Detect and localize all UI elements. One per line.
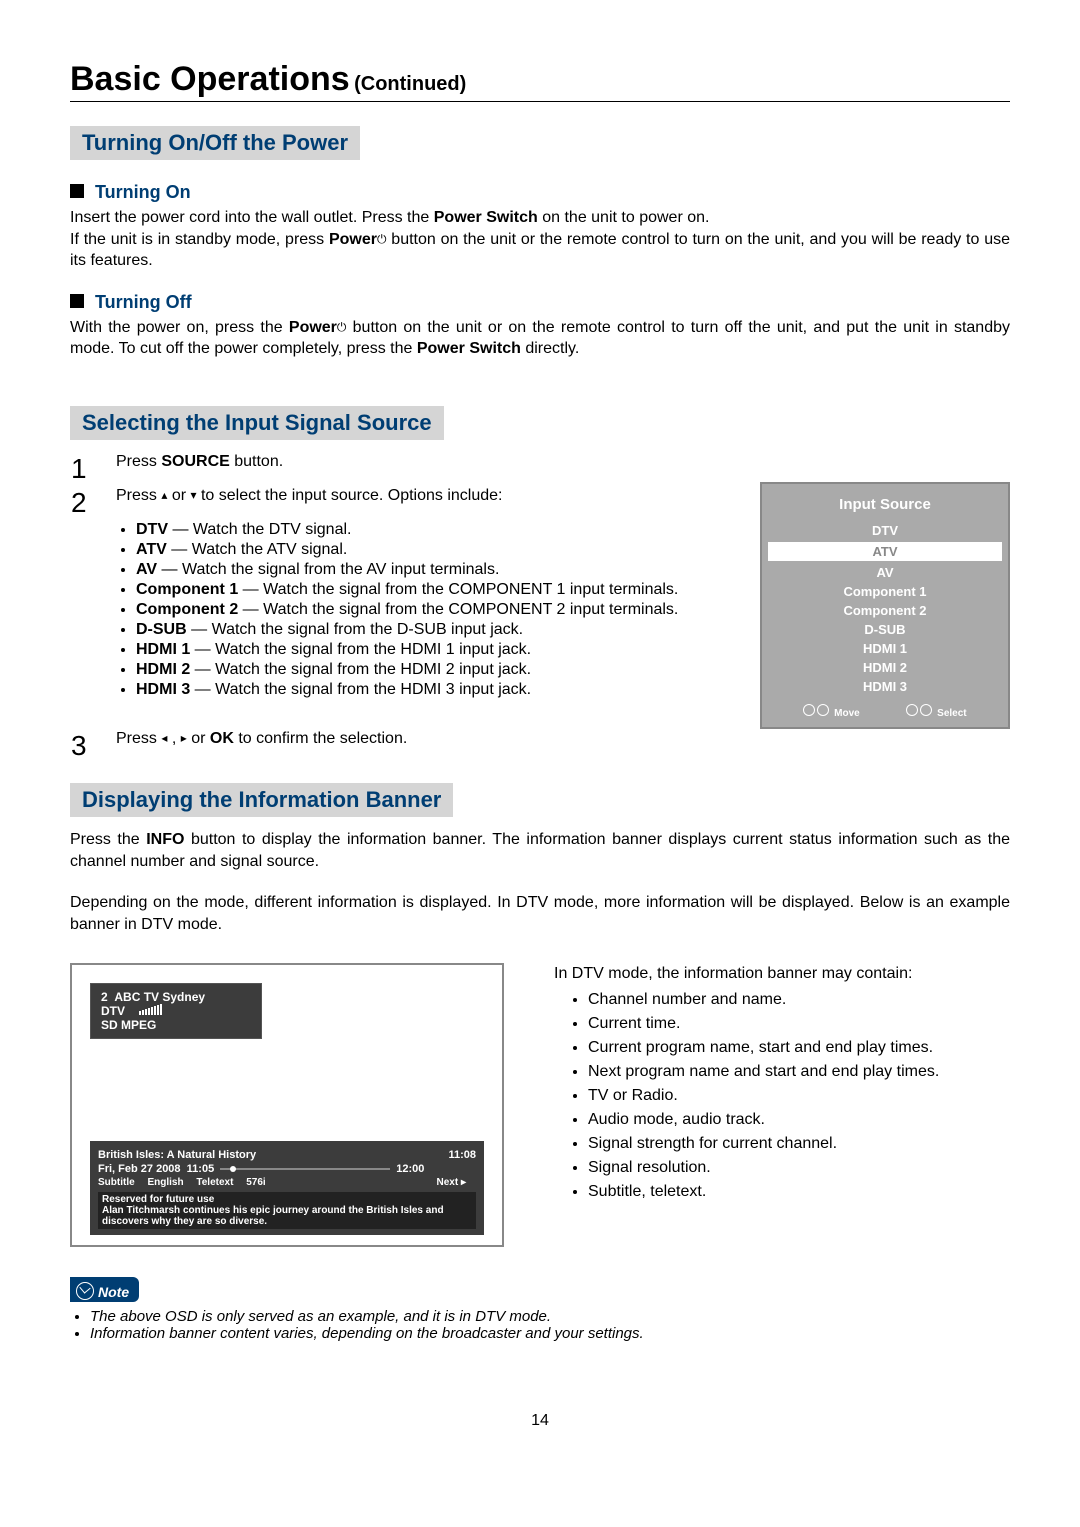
list-item: HDMI 1 — Watch the signal from the HDMI … [136,641,739,659]
source-options-list: DTV — Watch the DTV signal. ATV — Watch … [116,521,739,699]
section-heading-source: Selecting the Input Signal Source [70,406,444,440]
list-item: Current time. [588,1015,1010,1033]
osd-item: HDMI 2 [780,658,990,677]
subheading-text: Turning Off [95,292,192,312]
osd-item: Component 1 [780,582,990,601]
list-item: Audio mode, audio track. [588,1111,1010,1129]
banner-top: 2 ABC TV Sydney DTV SD MPEG [90,983,262,1039]
list-item: Component 2 — Watch the signal from the … [136,601,739,619]
osd-footer-move: Move [803,704,859,719]
note-list: The above OSD is only served as an examp… [70,1308,1010,1342]
left-icon: ◂ [161,731,167,745]
list-item: Component 1 — Watch the signal from the … [136,581,739,599]
list-item: Signal strength for current channel. [588,1135,1010,1153]
step-number-1: 1 [70,452,115,486]
may-contain-list: Channel number and name. Current time. C… [554,991,1010,1201]
list-item: TV or Radio. [588,1087,1010,1105]
step-1-content: Press SOURCE button. [115,452,740,486]
square-bullet-icon [70,294,84,308]
list-item: Channel number and name. [588,991,1010,1009]
ring-icon [920,704,932,716]
list-item: HDMI 2 — Watch the signal from the HDMI … [136,661,739,679]
note-badge: Note [70,1277,139,1302]
power-on-text: Insert the power cord into the wall outl… [70,207,1010,272]
section-heading-info: Displaying the Information Banner [70,783,453,817]
banner-bottom: British Isles: A Natural History 11:08 F… [90,1141,484,1235]
osd-footer-select: Select [906,704,966,719]
list-item: Signal resolution. [588,1159,1010,1177]
input-source-osd: Input Source DTV ATV AV Component 1 Comp… [760,482,1010,729]
osd-item-selected: ATV [768,542,1002,561]
list-item: AV — Watch the signal from the AV input … [136,561,739,579]
info-banner-diagram: 2 ABC TV Sydney DTV SD MPEG British Isle… [70,963,504,1247]
progress-dot-icon [230,1166,236,1172]
osd-item: HDMI 3 [780,677,990,696]
note-item: Information banner content varies, depen… [90,1325,1010,1342]
down-icon: ▾ [191,488,197,502]
subheading-turning-off: Turning Off [70,292,1010,313]
page-title: Basic Operations (Continued) [70,60,1010,99]
ring-icon [817,704,829,716]
list-item: Subtitle, teletext. [588,1183,1010,1201]
osd-item: D-SUB [780,620,990,639]
right-icon: ▸ [181,731,187,745]
title-divider [70,101,1010,102]
osd-item: HDMI 1 [780,639,990,658]
list-item: DTV — Watch the DTV signal. [136,521,739,539]
note-item: The above OSD is only served as an examp… [90,1308,1010,1325]
banner-desc: Reserved for future use Alan Titchmarsh … [98,1192,476,1229]
up-icon: ▴ [161,488,167,502]
list-item: Current program name, start and end play… [588,1039,1010,1057]
title-main: Basic Operations [70,60,350,98]
list-item: D-SUB — Watch the signal from the D-SUB … [136,621,739,639]
square-bullet-icon [70,184,84,198]
osd-item: Component 2 [780,601,990,620]
ring-icon [906,704,918,716]
osd-item: AV [780,563,990,582]
list-item: Next program name and start and end play… [588,1063,1010,1081]
step-number-3: 3 [70,729,115,763]
power-icon: ⏻ [377,231,387,247]
signal-icon [138,1004,162,1018]
progress-bar [220,1168,390,1170]
info-intro-1: Press the INFO button to display the inf… [70,829,1010,872]
osd-title: Input Source [780,496,990,513]
ring-icon [803,704,815,716]
list-item: HDMI 3 — Watch the signal from the HDMI … [136,681,739,699]
may-contain-intro: In DTV mode, the information banner may … [554,965,1010,983]
title-cont: (Continued) [354,73,466,95]
steps-table: 1 Press SOURCE button. 2 Press ▴ or ▾ to… [70,452,740,763]
section-heading-power: Turning On/Off the Power [70,126,360,160]
info-intro-2: Depending on the mode, different informa… [70,892,1010,935]
osd-item: DTV [780,521,990,540]
hand-icon [76,1282,94,1300]
subheading-text: Turning On [95,182,191,202]
page-number: 14 [70,1412,1010,1430]
step-number-2: 2 [70,486,115,729]
power-icon: ⏻ [337,319,347,335]
step-2-content: Press ▴ or ▾ to select the input source.… [115,486,740,729]
power-off-text: With the power on, press the Power⏻ butt… [70,317,1010,360]
step-3-content: Press ◂ , ▸ or OK to confirm the selecti… [115,729,740,763]
list-item: ATV — Watch the ATV signal. [136,541,739,559]
subheading-turning-on: Turning On [70,182,1010,203]
